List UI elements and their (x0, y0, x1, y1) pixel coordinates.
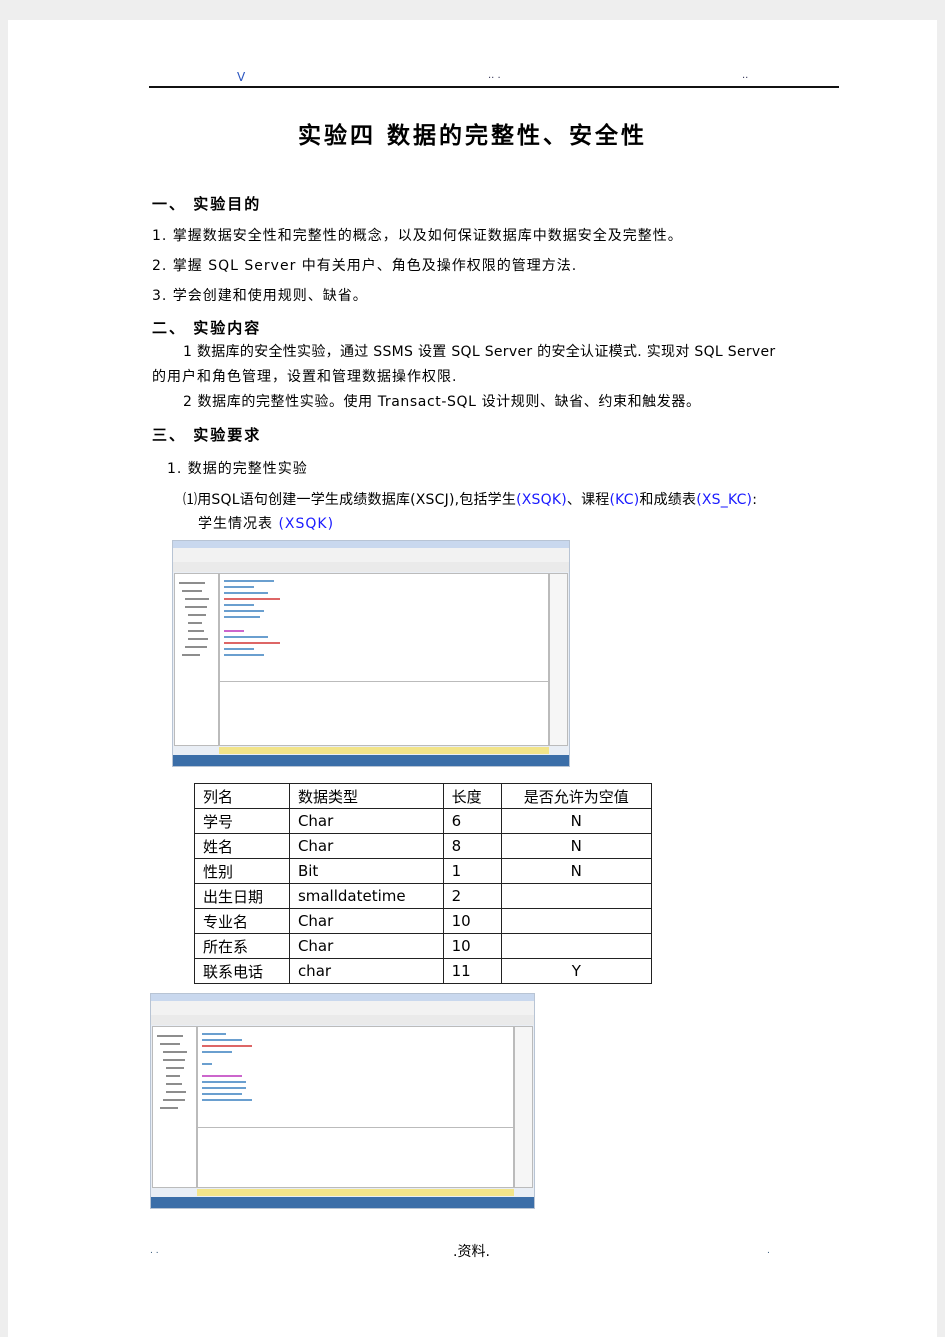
section-heading-content: 二、 实验内容 (152, 319, 262, 337)
cell: 2 (442, 883, 502, 909)
cell: N (500, 833, 653, 859)
cell: 1 (442, 858, 502, 884)
footer-right-mark: . (767, 1246, 770, 1256)
table-caption: 学生情况表 (XSQK) (198, 516, 335, 532)
ssms-screenshot-create-table (150, 993, 535, 1209)
table-row: 学号 Char 6 N (194, 808, 653, 834)
table-row: 出生日期 smalldatetime 2 (194, 883, 653, 909)
footer-center-text: .资料. (453, 1244, 490, 1260)
cell: 11 (442, 958, 502, 984)
header-left-mark: V (237, 70, 246, 84)
cell: 姓名 (194, 833, 290, 859)
cell: 10 (442, 933, 502, 959)
ssms-screenshot-create-database (172, 540, 570, 767)
header-rule (149, 86, 839, 88)
xsqk-table: 列名 数据类型 长度 是否允许为空值 学号 Char 6 N 姓名 Char 8 N 性别 B… (194, 783, 653, 984)
cell (500, 908, 653, 934)
cell: Y (500, 958, 653, 984)
cell: char (288, 958, 444, 984)
cell: 学号 (194, 808, 290, 834)
cell: 性别 (194, 858, 290, 884)
content-item-1: 1 数据库的安全性实验，通过 SSMS 设置 SQL Server 的安全认证模… (183, 344, 776, 360)
cell: 联系电话 (194, 958, 290, 984)
table-row: 专业名 Char 10 (194, 908, 653, 934)
purpose-item-1: 1. 掌握数据安全性和完整性的概念，以及如何保证数据库中数据安全及完整性。 (152, 228, 683, 244)
task-1-text: ⑴用SQL语句创建一学生成绩数据库(XSCJ),包括学生(XSQK)、课程(KC… (183, 492, 758, 508)
table-row: 性别 Bit 1 N (194, 858, 653, 884)
cell: smalldatetime (288, 883, 444, 909)
cell: 10 (442, 908, 502, 934)
header-data-type: 数据类型 (288, 783, 444, 809)
content-item-2: 2 数据库的完整性实验。使用 Transact-SQL 设计规则、缺省、约束和触… (183, 394, 701, 410)
cell: 专业名 (194, 908, 290, 934)
table-row: 姓名 Char 8 N (194, 833, 653, 859)
cell (500, 883, 653, 909)
table-row: 所在系 Char 10 (194, 933, 653, 959)
cell: N (500, 808, 653, 834)
table-header-row: 列名 数据类型 长度 是否允许为空值 (194, 783, 653, 809)
cell: Char (288, 933, 444, 959)
cell: 8 (442, 833, 502, 859)
table-row: 联系电话 char 11 Y (194, 958, 653, 984)
content-item-1-cont: 的用户和角色管理，设置和管理数据操作权限. (152, 369, 458, 385)
cell: Char (288, 808, 444, 834)
header-nullable: 是否允许为空值 (500, 783, 653, 809)
cell: Char (288, 908, 444, 934)
requirement-sub-heading: 1. 数据的完整性实验 (167, 461, 308, 477)
header-column-name: 列名 (194, 783, 290, 809)
header-length: 长度 (442, 783, 502, 809)
cell: 所在系 (194, 933, 290, 959)
cell: Bit (288, 858, 444, 884)
purpose-item-3: 3. 学会创建和使用规则、缺省。 (152, 288, 368, 304)
cell: 出生日期 (194, 883, 290, 909)
purpose-item-2: 2. 掌握 SQL Server 中有关用户、角色及操作权限的管理方法. (152, 258, 578, 274)
header-mid-mark: .. . (488, 70, 501, 81)
section-heading-requirements: 三、 实验要求 (152, 426, 262, 444)
footer-left-mark: . . (150, 1246, 159, 1256)
cell: Char (288, 833, 444, 859)
page-title: 实验四 数据的完整性、安全性 (297, 122, 647, 149)
section-heading-purpose: 一、 实验目的 (152, 195, 262, 213)
cell (500, 933, 653, 959)
cell: 6 (442, 808, 502, 834)
header-right-mark: .. (742, 70, 749, 81)
cell: N (500, 858, 653, 884)
